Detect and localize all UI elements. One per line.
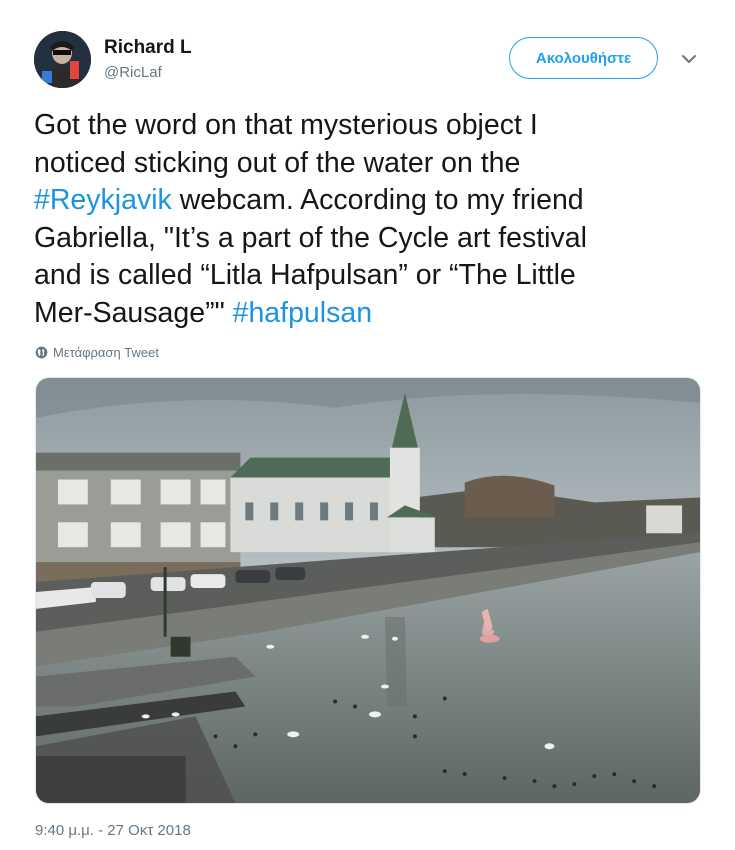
- tweet-line: Got the word on that mysterious object I: [34, 107, 714, 145]
- author-avatar[interactable]: [34, 31, 91, 88]
- tweet-line: Gabriella, "It’s a part of the Cycle art…: [34, 220, 714, 258]
- hashtag-link-reykjavik[interactable]: #Reykjavik: [34, 184, 172, 216]
- hashtag-link-hafpulsan[interactable]: #hafpulsan: [233, 297, 372, 329]
- tweet-line-text: Gabriella, "It’s a part of the Cycle art…: [34, 221, 587, 254]
- tweet-line-text: noticed sticking out of the water on the: [34, 146, 521, 179]
- translate-tweet-link[interactable]: Μετάφραση Tweet: [35, 345, 159, 360]
- tweet-line: and is called “Litla Hafpulsan” or “The …: [34, 257, 714, 295]
- translate-label: Μετάφραση Tweet: [53, 345, 159, 360]
- tweet-line-text: Mer-Sausage”": [34, 296, 233, 329]
- author-name[interactable]: Richard L: [104, 37, 192, 59]
- tweet-text: Got the word on that mysterious object I…: [34, 107, 714, 332]
- chevron-down-icon[interactable]: [680, 50, 698, 68]
- tweet-photo[interactable]: [35, 377, 701, 804]
- tweet-line-text: and is called “Litla Hafpulsan” or “The …: [34, 259, 576, 291]
- tweet-line: #Reykjavik webcam. According to my frien…: [34, 182, 714, 220]
- tweet-line-text: webcam. According to my friend: [171, 184, 584, 216]
- tweet-timestamp[interactable]: 9:40 μ.μ. - 27 Οκτ 2018: [35, 822, 191, 839]
- tweet-line: Mer-Sausage”" #hafpulsan: [34, 295, 714, 333]
- author-handle[interactable]: @RicLaf: [104, 64, 162, 81]
- tweet-line: noticed sticking out of the water on the: [34, 145, 714, 183]
- follow-button[interactable]: Ακολουθήστε: [509, 37, 658, 79]
- globe-icon: [35, 346, 48, 359]
- tweet-line-text: Got the word on that mysterious object I: [34, 109, 538, 141]
